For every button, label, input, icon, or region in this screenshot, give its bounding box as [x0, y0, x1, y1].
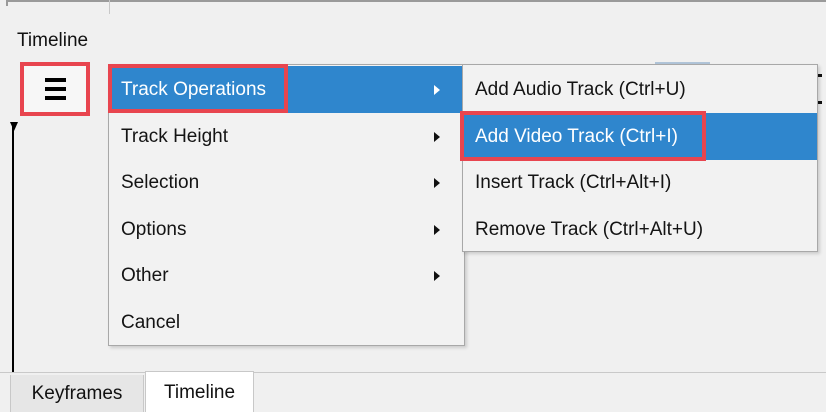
submenu-item-label: Add Audio Track (Ctrl+U) — [475, 78, 686, 100]
chevron-right-icon — [434, 224, 440, 235]
upper-tab-edge — [6, 0, 110, 14]
tab-label: Keyframes — [31, 383, 123, 404]
menu-item-selection[interactable]: Selection — [109, 159, 464, 206]
tab-timeline[interactable]: Timeline — [145, 371, 254, 412]
menu-item-track-operations[interactable]: Track Operations — [109, 66, 464, 113]
submenu-item-label: Remove Track (Ctrl+Alt+U) — [475, 218, 704, 240]
submenu-item-label: Insert Track (Ctrl+Alt+I) — [475, 171, 672, 193]
menu-item-cancel[interactable]: Cancel — [109, 299, 464, 346]
panel-tab-bar: Keyframes Timeline — [0, 371, 826, 412]
submenu-item-add-video-track[interactable]: Add Video Track (Ctrl+I) — [463, 113, 817, 160]
tab-label: Timeline — [163, 381, 236, 403]
timeline-menu-button[interactable] — [20, 62, 90, 116]
chevron-right-icon — [434, 177, 440, 188]
timeline-window: Timeline Track Operations Track Height S… — [0, 0, 826, 412]
window-border — [6, 0, 826, 6]
menu-item-label: Selection — [121, 171, 200, 193]
submenu-item-remove-track[interactable]: Remove Track (Ctrl+Alt+U) — [463, 206, 817, 253]
tab-keyframes[interactable]: Keyframes — [10, 375, 144, 412]
chevron-right-icon — [434, 270, 440, 281]
menu-item-label: Track Height — [121, 125, 228, 147]
panel-title: Timeline — [17, 30, 89, 51]
chevron-right-icon — [434, 84, 440, 95]
menu-item-label: Other — [121, 264, 169, 286]
chevron-right-icon — [434, 131, 440, 142]
menu-item-label: Cancel — [121, 311, 181, 333]
menu-item-other[interactable]: Other — [109, 252, 464, 299]
track-operations-submenu: Add Audio Track (Ctrl+U) Add Video Track… — [462, 64, 818, 252]
submenu-item-insert-track[interactable]: Insert Track (Ctrl+Alt+I) — [463, 159, 817, 206]
menu-item-track-height[interactable]: Track Height — [109, 113, 464, 160]
playhead-line — [12, 126, 14, 372]
menu-item-label: Track Operations — [121, 78, 267, 100]
timeline-context-menu: Track Operations Track Height Selection … — [108, 64, 465, 346]
hamburger-menu-icon — [44, 78, 66, 100]
menu-item-options[interactable]: Options — [109, 206, 464, 253]
submenu-item-add-audio-track[interactable]: Add Audio Track (Ctrl+U) — [463, 66, 817, 113]
submenu-item-label: Add Video Track (Ctrl+I) — [475, 125, 678, 147]
menu-item-label: Options — [121, 218, 187, 240]
